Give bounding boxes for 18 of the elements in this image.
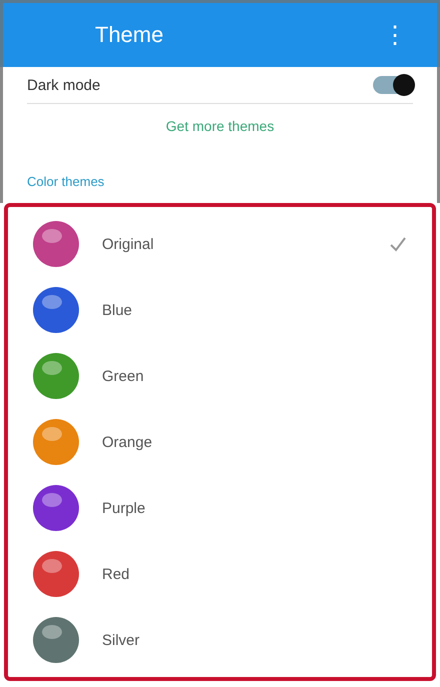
color-sphere-icon[interactable] — [32, 484, 80, 532]
theme-name[interactable]: Blue — [102, 302, 408, 318]
color-sphere-icon[interactable] — [32, 352, 80, 400]
color-sphere-icon[interactable] — [32, 286, 80, 334]
color-sphere-icon[interactable] — [32, 220, 80, 268]
theme-name[interactable]: Silver — [102, 632, 408, 648]
color-sphere-icon[interactable] — [32, 616, 80, 664]
toggle-switch[interactable] — [373, 76, 413, 94]
section-header: Color themes — [27, 173, 106, 191]
color-sphere-icon[interactable] — [32, 550, 80, 598]
setting-label: Dark mode — [27, 76, 100, 94]
screen-title: Theme — [95, 22, 164, 48]
theme-name[interactable]: Green — [102, 368, 408, 384]
theme-name[interactable]: Orange — [102, 434, 408, 450]
theme-name[interactable]: Original — [102, 236, 366, 252]
theme-name[interactable]: Red — [102, 566, 408, 582]
theme-name[interactable]: Purple — [102, 500, 408, 516]
color-sphere-icon[interactable] — [32, 418, 80, 466]
